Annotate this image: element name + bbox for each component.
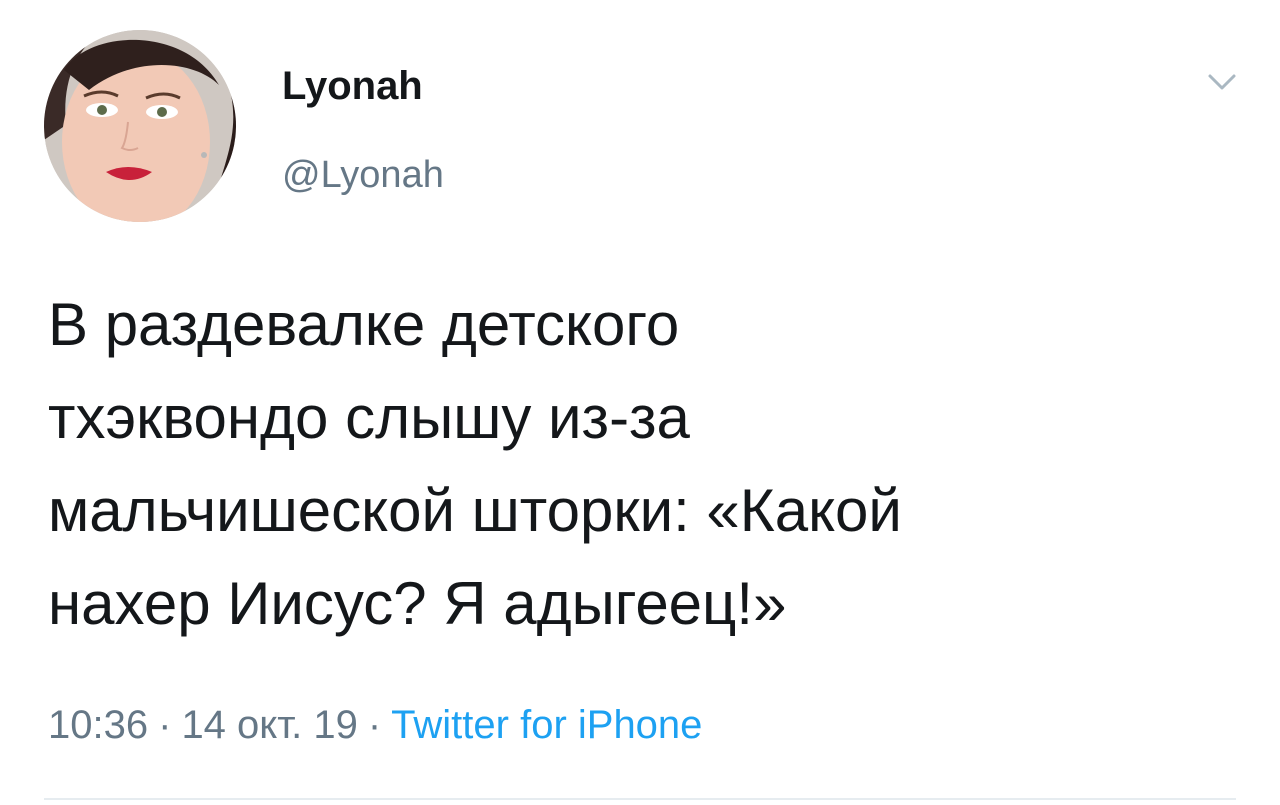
avatar[interactable] bbox=[44, 30, 236, 222]
author-handle[interactable]: @Lyonah bbox=[282, 152, 444, 198]
tweet-date[interactable]: 14 окт. 19 bbox=[181, 703, 357, 747]
divider bbox=[44, 798, 1236, 800]
tweet-card: Lyonah @Lyonah В раздевалке детского тхэ… bbox=[0, 0, 1280, 805]
avatar-image bbox=[44, 30, 236, 222]
tweet-source-link[interactable]: Twitter for iPhone bbox=[391, 703, 702, 747]
tweet-text: В раздевалке детского тхэквондо слышу из… bbox=[48, 291, 902, 637]
tweet-time[interactable]: 10:36 bbox=[48, 703, 148, 747]
meta-separator: · bbox=[367, 703, 382, 747]
chevron-down-icon[interactable] bbox=[1204, 70, 1240, 94]
meta-separator: · bbox=[158, 703, 172, 747]
tweet-meta: 10:36 · 14 окт. 19 · Twitter for iPhone bbox=[48, 700, 702, 750]
author-display-name[interactable]: Lyonah bbox=[282, 62, 423, 110]
